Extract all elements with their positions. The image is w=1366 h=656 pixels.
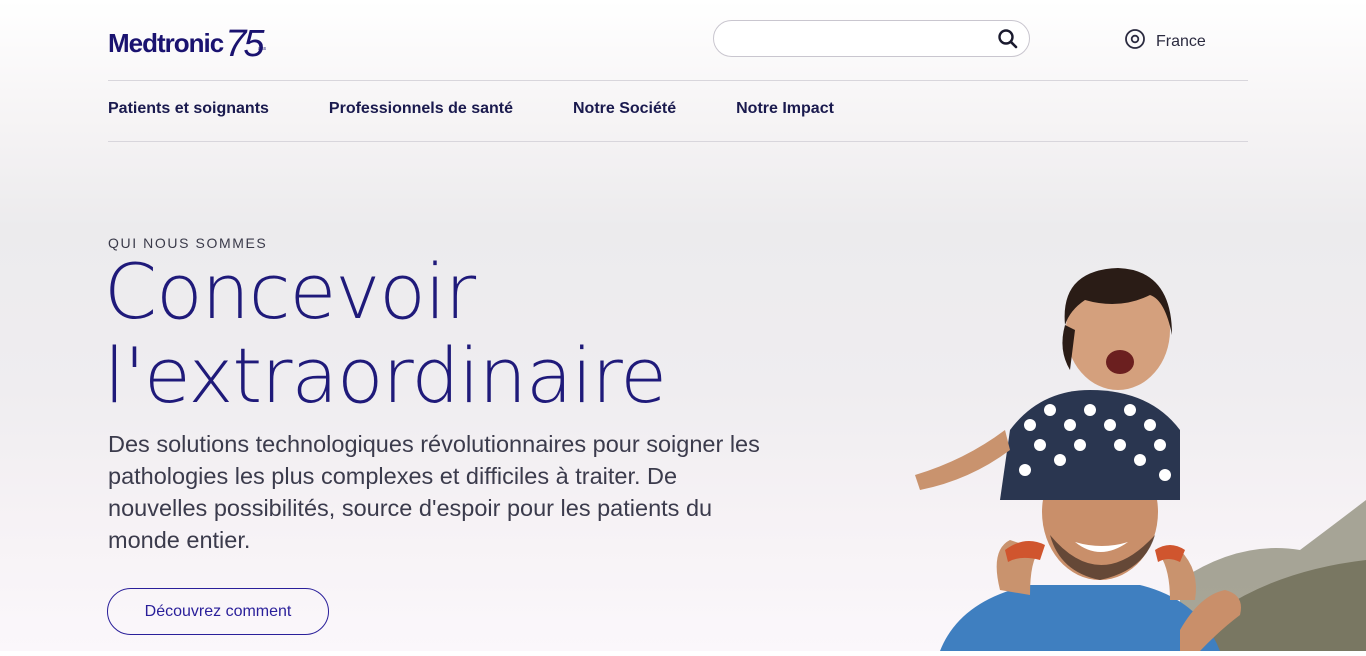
header-divider [108,80,1248,81]
hero-headline-line-2: l'extraordinaire [104,331,667,420]
discover-button[interactable]: Découvrez comment [107,588,329,635]
location-pin-icon [1124,28,1146,55]
main-nav: Patients et soignants Professionnels de … [108,100,834,118]
country-selector[interactable]: France [1124,28,1206,55]
hero-headline-line-1: Concevoir [104,247,476,336]
country-label: France [1156,32,1206,50]
nav-item-patients[interactable]: Patients et soignants [108,100,269,118]
nav-item-company[interactable]: Notre Société [573,100,676,118]
logo-anniversary-number: 75 [225,23,264,65]
hero-subtitle: Des solutions technologiques révolutionn… [108,431,760,553]
logo-wordmark: Medtronic [108,28,224,58]
nav-divider [108,141,1248,142]
search-icon[interactable] [997,28,1019,50]
logo-anniversary-suffix: ans [258,46,267,52]
search-input[interactable] [730,27,984,53]
nav-item-professionals[interactable]: Professionnels de santé [329,100,513,118]
hero-photo [880,250,1366,651]
search-box [713,20,1030,57]
hero-headline: Concevoir l'extraordinaire [104,247,667,420]
medtronic-logo[interactable]: Medtronic 75 ans [108,23,266,65]
page-scrollbar[interactable] [1354,0,1366,651]
page: Medtronic 75 ans France Patients et soig… [0,0,1366,651]
nav-item-impact[interactable]: Notre Impact [736,100,834,118]
